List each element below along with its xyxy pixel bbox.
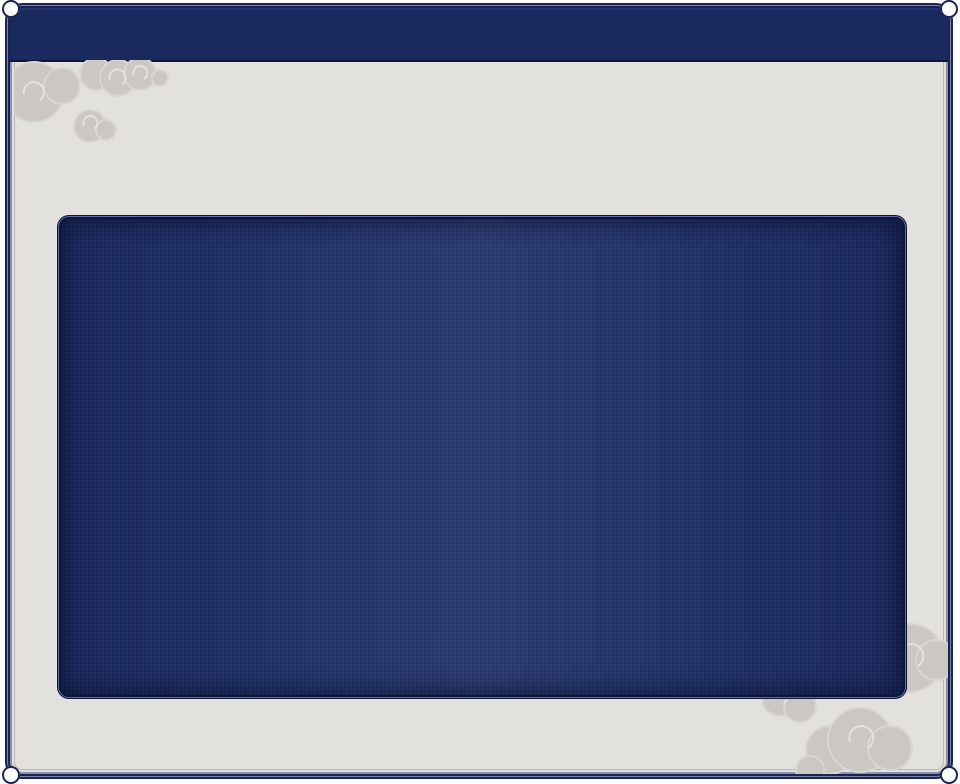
cloud-icon: [14, 60, 174, 150]
frame-corner-ornament: [940, 0, 958, 18]
frame-corner-ornament: [2, 766, 20, 784]
panel-header-bar: [10, 8, 948, 62]
content-panel: [59, 217, 905, 697]
frame-corner-ornament: [940, 766, 958, 784]
frame-corner-ornament: [2, 0, 20, 18]
game-panel-frame: [8, 6, 950, 776]
